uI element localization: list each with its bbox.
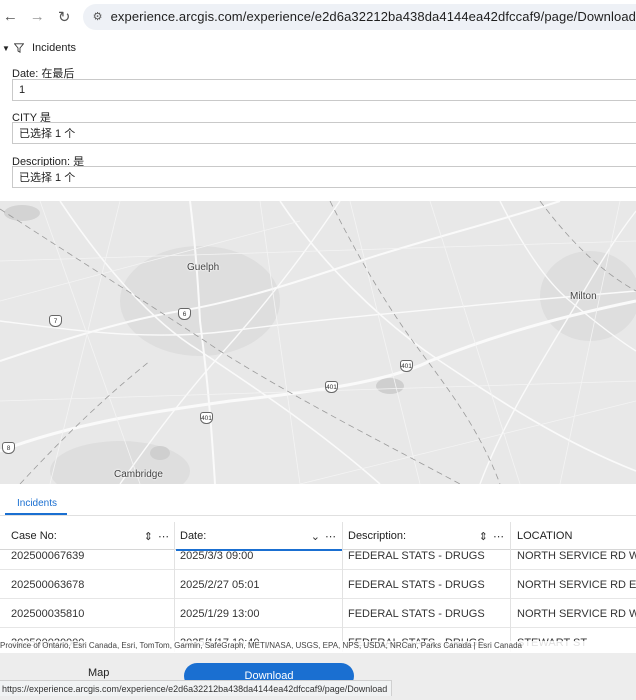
column-separator (342, 522, 343, 652)
filter-title: Incidents (32, 42, 77, 54)
highway-401-shield: 401 (325, 381, 338, 393)
column-separator (174, 522, 175, 652)
cell-case-no: 202500067639 (11, 549, 85, 562)
filter-panel: ▼ Incidents (0, 38, 636, 58)
filter-funnel-icon (14, 43, 28, 53)
map-label-cambridge: Cambridge (114, 469, 163, 480)
cell-date: 2025/1/29 13:00 (180, 607, 260, 620)
cell-case-no: 202500063678 (11, 578, 85, 591)
filter-header[interactable]: ▼ Incidents (0, 38, 636, 58)
cell-date: 2025/2/27 05:01 (180, 578, 260, 591)
cell-location: NORTH SERVICE RD E (517, 578, 636, 591)
reload-icon[interactable]: ↻ (54, 6, 75, 28)
map-basemap (0, 201, 636, 484)
cell-description: FEDERAL STATS - DRUGS (348, 578, 485, 591)
cell-date: 2025/3/3 09:00 (180, 549, 254, 562)
map-label-guelph: Guelph (187, 262, 220, 273)
incidents-table: Case No: ⇕ ⋯ Date: ⌄ ⋯ Description: ⇕ ⋯ … (0, 522, 636, 652)
tab-incidents[interactable]: Incidents (5, 491, 69, 515)
browser-toolbar: ← → ↻ ⚙ experience.arcgis.com/experience… (0, 0, 636, 33)
caret-down-icon[interactable]: ▼ (2, 44, 10, 53)
cell-description: FEDERAL STATS - DRUGS (348, 549, 485, 562)
site-info-icon[interactable]: ⚙ (91, 10, 105, 24)
nav-map-button[interactable]: Map (88, 667, 109, 679)
cell-location: NORTH SERVICE RD W (517, 549, 636, 562)
tab-divider (0, 515, 636, 516)
status-url-tooltip: https://experience.arcgis.com/experience… (0, 680, 393, 696)
tab-bar: Incidents (0, 484, 636, 518)
highway-6-shield: 6 (178, 308, 191, 320)
address-bar[interactable]: ⚙ experience.arcgis.com/experience/e2d6a… (82, 3, 636, 30)
description-filter-select[interactable]: 已选择 1 个 (12, 166, 636, 188)
forward-arrow-icon[interactable]: → (27, 6, 48, 28)
highway-401-shield: 401 (200, 412, 213, 424)
table-row[interactable]: 202500035810 2025/1/29 13:00 FEDERAL STA… (0, 599, 636, 628)
cell-description: FEDERAL STATS - DRUGS (348, 607, 485, 620)
back-arrow-icon[interactable]: ← (0, 6, 21, 28)
highway-7-shield: 7 (49, 315, 62, 327)
cell-case-no: 202500035810 (11, 607, 85, 620)
map-attribution: Province of Ontario, Esri Canada, Esri, … (0, 641, 636, 653)
date-filter-input[interactable]: 1 (12, 79, 636, 101)
column-separator (510, 522, 511, 652)
map-label-milton: Milton (570, 291, 597, 302)
table-row[interactable]: 202500063678 2025/2/27 05:01 FEDERAL STA… (0, 570, 636, 599)
url-text: experience.arcgis.com/experience/e2d6a32… (110, 9, 636, 24)
map-view[interactable]: Guelph Milton Cambridge 7 6 401 401 401 … (0, 201, 636, 484)
highway-401-shield: 401 (400, 360, 413, 372)
highway-8-shield: 8 (2, 442, 15, 454)
cell-location: NORTH SERVICE RD W (517, 607, 636, 620)
city-filter-select[interactable]: 已选择 1 个 (12, 122, 636, 144)
table-row[interactable]: 202500067639 2025/3/3 09:00 FEDERAL STAT… (0, 541, 636, 570)
